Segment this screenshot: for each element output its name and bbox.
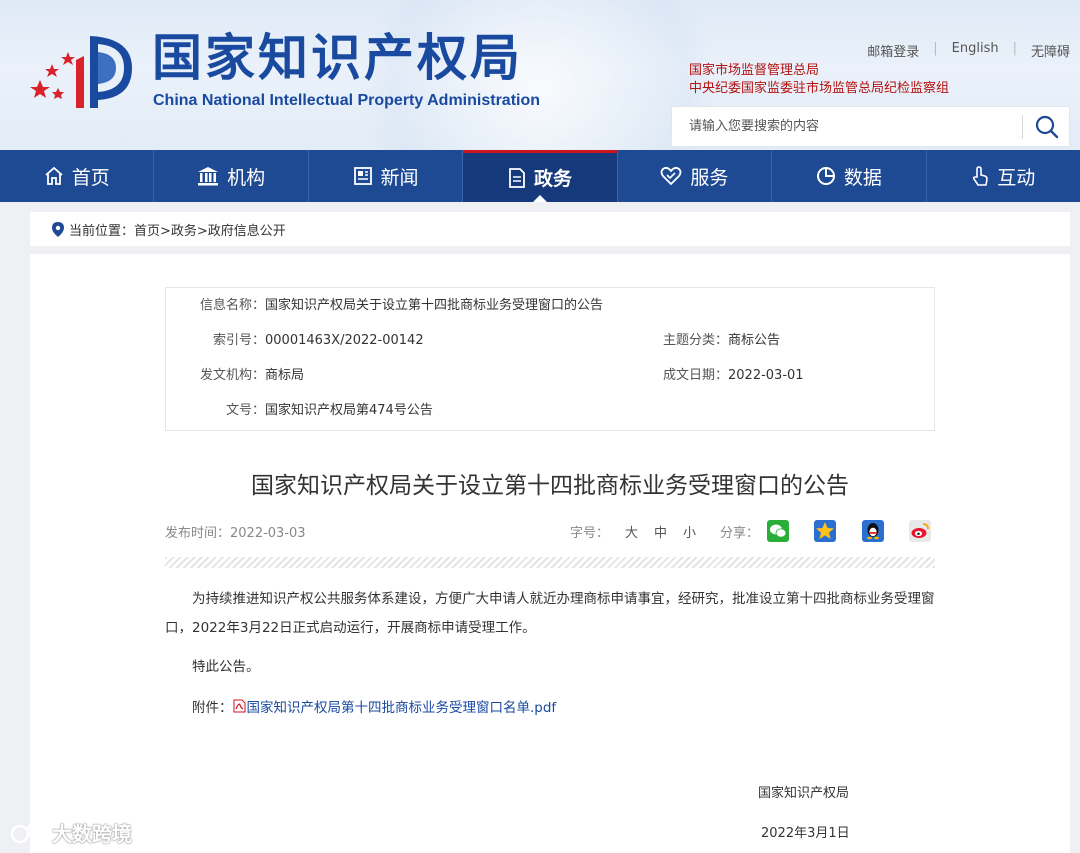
nav-news[interactable]: 新闻 xyxy=(309,150,464,202)
publish-time: 发布时间：2022-03-03 xyxy=(165,526,306,541)
signature-date: 2022年3月1日 xyxy=(761,826,850,841)
weibo-icon[interactable] xyxy=(909,520,931,542)
data-icon xyxy=(816,167,835,185)
info-name-label: 信息名称： xyxy=(199,298,265,313)
info-issuer-value: 商标局 xyxy=(265,368,305,383)
info-date-label: 成文日期： xyxy=(662,368,728,383)
site-name-en: China National Intellectual Property Adm… xyxy=(153,92,541,109)
interact-icon xyxy=(973,166,989,186)
signature-org: 国家知识产权局 xyxy=(758,786,850,801)
article-content: 信息名称：国家知识产权局关于设立第十四批商标业务受理窗口的公告 索引号：0000… xyxy=(30,254,1070,853)
mail-login-link[interactable]: 邮箱登录 xyxy=(853,41,933,60)
site-header: 国家知识产权局 China National Intellectual Prop… xyxy=(0,0,1080,150)
top-links: 邮箱登录 | English | 无障碍 xyxy=(853,41,1070,60)
site-name-cn: 国家知识产权局 xyxy=(152,29,523,87)
info-row-index: 索引号：00001463X/2022-00142 xyxy=(166,331,424,351)
info-row-topic: 主题分类：商标公告 xyxy=(581,331,780,351)
nav-interaction[interactable]: 互动 xyxy=(927,150,1080,202)
search-divider xyxy=(1022,115,1023,139)
info-index-label: 索引号： xyxy=(212,333,265,348)
samr-link[interactable]: 国家市场监督管理总局 xyxy=(689,62,949,80)
info-date-value: 2022-03-01 xyxy=(728,368,804,383)
nav-label: 数据 xyxy=(843,166,882,189)
attachment: 附件： 国家知识产权局第十四批商标业务受理窗口名单.pdf xyxy=(192,696,556,716)
institution-icon xyxy=(198,167,219,186)
nav-label: 机构 xyxy=(227,166,266,189)
nav-government-affairs[interactable]: 政务 xyxy=(463,150,618,202)
info-row-name: 信息名称：国家知识产权局关于设立第十四批商标业务受理窗口的公告 xyxy=(166,296,603,316)
font-size-label: 字号： xyxy=(570,526,610,541)
search-input[interactable] xyxy=(672,107,1022,146)
font-size-medium[interactable]: 中 xyxy=(654,526,667,541)
info-table: 信息名称：国家知识产权局关于设立第十四批商标业务受理窗口的公告 索引号：0000… xyxy=(165,287,935,431)
main-nav: 首页 机构 新闻 政务 服务 数据 互动 xyxy=(0,150,1080,202)
nav-label: 首页 xyxy=(71,166,110,189)
info-docno-value: 国家知识产权局第474号公告 xyxy=(265,403,433,418)
article-title: 国家知识产权局关于设立第十四批商标业务受理窗口的公告 xyxy=(251,473,849,499)
attachment-label: 附件： xyxy=(192,700,233,716)
pdf-icon xyxy=(233,699,245,713)
info-row-date: 成文日期：2022-03-01 xyxy=(581,366,804,386)
nav-label: 政务 xyxy=(533,168,572,190)
nav-label: 互动 xyxy=(997,166,1036,189)
font-size-small[interactable]: 小 xyxy=(683,526,696,541)
location-pin-icon xyxy=(52,221,64,237)
watermark: 大数跨境 xyxy=(10,818,132,847)
share-label: 分享： xyxy=(720,526,760,541)
service-icon xyxy=(660,166,682,186)
font-size-large[interactable]: 大 xyxy=(625,526,638,541)
accessibility-link[interactable]: 无障碍 xyxy=(1017,41,1070,60)
wechat-icon[interactable] xyxy=(767,520,789,542)
qq-icon[interactable] xyxy=(862,520,884,542)
news-icon xyxy=(353,167,372,185)
nav-label: 新闻 xyxy=(380,166,419,189)
info-topic-value: 商标公告 xyxy=(728,333,781,348)
info-row-docno: 文号：国家知识产权局第474号公告 xyxy=(166,401,433,421)
cnipa-logo-icon[interactable] xyxy=(28,30,138,115)
info-name-value: 国家知识产权局关于设立第十四批商标业务受理窗口的公告 xyxy=(265,298,604,313)
breadcrumb: 当前位置：首页>政务>政府信息公开 xyxy=(30,212,1070,246)
info-issuer-label: 发文机构： xyxy=(199,368,265,383)
info-topic-label: 主题分类： xyxy=(662,333,728,348)
nav-service[interactable]: 服务 xyxy=(618,150,773,202)
discipline-inspection-link[interactable]: 中央纪委国家监委驻市场监管总局纪检监察组 xyxy=(689,80,949,98)
attachment-link[interactable]: 国家知识产权局第十四批商标业务受理窗口名单.pdf xyxy=(247,696,557,716)
article-divider xyxy=(165,557,935,568)
info-docno-label: 文号： xyxy=(225,403,265,418)
info-index-value: 00001463X/2022-00142 xyxy=(265,333,424,348)
nav-home[interactable]: 首页 xyxy=(0,150,155,202)
article-paragraph: 特此公告。 xyxy=(192,659,260,675)
search-box xyxy=(671,106,1070,147)
supervise-links: 国家市场监督管理总局 中央纪委国家监委驻市场监管总局纪检监察组 xyxy=(689,62,949,98)
document-icon xyxy=(509,167,525,188)
article-paragraph: 为持续推进知识产权公共服务体系建设，方便广大申请人就近办理商标申请事宜，经研究，… xyxy=(165,591,935,636)
nav-data[interactable]: 数据 xyxy=(772,150,927,202)
nav-label: 服务 xyxy=(690,166,729,189)
qzone-icon[interactable] xyxy=(814,520,836,542)
nav-institution[interactable]: 机构 xyxy=(154,150,309,202)
home-icon xyxy=(45,166,63,185)
search-icon[interactable] xyxy=(1032,113,1062,141)
font-size-controls: 字号： 大 中 小 xyxy=(570,522,696,541)
english-link[interactable]: English xyxy=(938,41,1013,60)
watermark-logo-icon xyxy=(10,822,48,843)
watermark-text: 大数跨境 xyxy=(52,822,132,846)
info-row-issuer: 发文机构：商标局 xyxy=(166,366,304,386)
breadcrumb-text[interactable]: 当前位置：首页>政务>政府信息公开 xyxy=(69,220,286,239)
